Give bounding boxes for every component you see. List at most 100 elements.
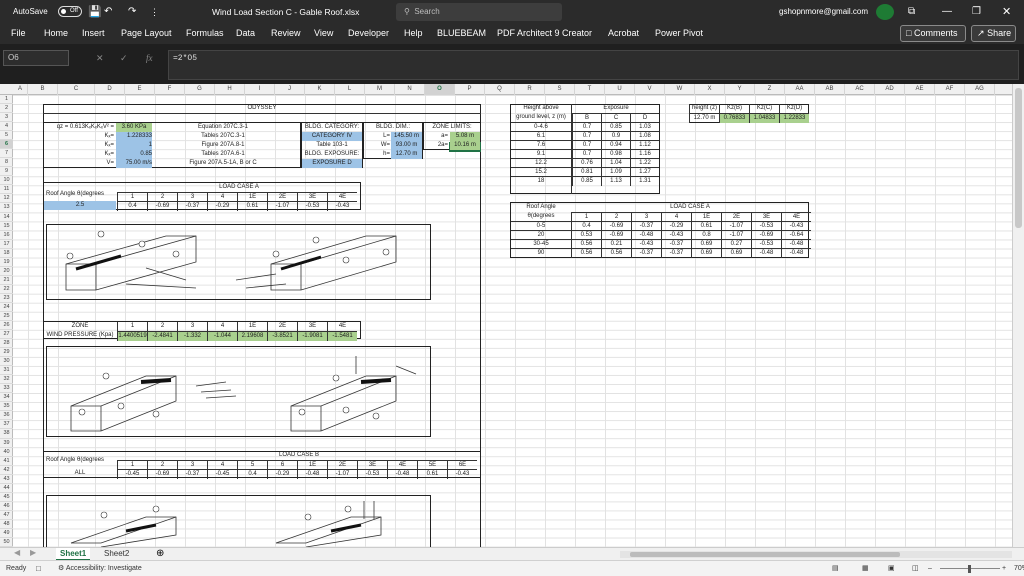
tab-help[interactable]: Help — [404, 24, 423, 44]
display-settings-icon[interactable]: ▤ — [832, 561, 839, 576]
param-value[interactable]: 1 — [116, 141, 152, 150]
column-header[interactable]: Q — [485, 84, 515, 95]
tab-bluebeam[interactable]: BLUEBEAM — [437, 24, 486, 44]
column-header[interactable]: C — [58, 84, 95, 95]
enter-icon[interactable]: ✓ — [120, 50, 128, 66]
row-header[interactable]: 37 — [0, 420, 13, 430]
row-header[interactable]: 18 — [0, 249, 13, 258]
row-header[interactable]: 36 — [0, 411, 13, 421]
wind-pressure-value[interactable]: -3.8521 — [267, 331, 297, 341]
row-header[interactable]: 13 — [0, 203, 13, 213]
column-header[interactable]: V — [635, 84, 665, 95]
row-header[interactable]: 16 — [0, 231, 13, 240]
column-header[interactable]: AA — [785, 84, 815, 95]
dim-value[interactable]: 93.00 m — [391, 141, 422, 150]
zone-limit-value[interactable]: 5.08 m — [450, 132, 480, 141]
tab-home[interactable]: Home — [44, 24, 68, 44]
tab-power-pivot[interactable]: Power Pivot — [655, 24, 703, 44]
row-header[interactable]: 5 — [0, 131, 13, 141]
row-header[interactable]: 39 — [0, 439, 13, 448]
accessibility-status[interactable]: ⚙ Accessibility: Investigate — [58, 561, 142, 576]
column-header[interactable]: G — [185, 84, 215, 95]
tab-data[interactable]: Data — [236, 24, 255, 44]
redo-icon[interactable]: ↷ — [128, 0, 136, 24]
row-header[interactable]: 46 — [0, 502, 13, 511]
column-header[interactable]: AE — [905, 84, 935, 95]
ribbon-display-icon[interactable]: ⧉ — [908, 0, 915, 24]
close-icon[interactable]: ✕ — [1002, 0, 1011, 24]
row-header[interactable]: 32 — [0, 375, 13, 385]
kz-value[interactable]: 1.04833 — [749, 113, 779, 123]
row-header[interactable]: 42 — [0, 466, 13, 475]
row-header[interactable]: 28 — [0, 339, 13, 349]
row-header[interactable]: 27 — [0, 330, 13, 340]
row-header[interactable]: 33 — [0, 384, 13, 394]
horizontal-scroll-thumb[interactable] — [630, 552, 900, 557]
kz-value[interactable]: 12.70 m — [689, 113, 719, 123]
column-header[interactable]: J — [275, 84, 305, 95]
tab-pdf-architect[interactable]: PDF Architect 9 Creator — [497, 24, 592, 44]
search-box[interactable]: ⚲ Search — [396, 3, 562, 21]
row-header[interactable]: 3 — [0, 113, 13, 123]
tab-developer[interactable]: Developer — [348, 24, 389, 44]
tab-insert[interactable]: Insert — [82, 24, 105, 44]
minimize-icon[interactable]: — — [942, 0, 952, 24]
row-header[interactable]: 17 — [0, 240, 13, 249]
row-header[interactable]: 48 — [0, 520, 13, 529]
column-header[interactable]: S — [545, 84, 575, 95]
bldg-exposure[interactable]: EXPOSURE D — [302, 159, 362, 168]
param-value[interactable]: 1.228333 — [116, 132, 152, 141]
wind-pressure-value[interactable]: -1.044 — [207, 331, 237, 341]
column-header[interactable]: AB — [815, 84, 845, 95]
column-header[interactable]: K — [305, 84, 335, 95]
kz-value[interactable]: 1.22833 — [779, 113, 809, 123]
param-value[interactable]: 0.85 — [116, 150, 152, 159]
row-header[interactable]: 19 — [0, 258, 13, 267]
row-header[interactable]: 12 — [0, 194, 13, 204]
column-header[interactable]: O — [425, 84, 455, 95]
row-header[interactable]: 44 — [0, 484, 13, 493]
row-header[interactable]: 47 — [0, 511, 13, 520]
column-header[interactable]: I — [245, 84, 275, 95]
share-button[interactable]: ↗ Share — [971, 25, 1016, 42]
row-header[interactable]: 4 — [0, 122, 13, 132]
row-header[interactable]: 49 — [0, 529, 13, 538]
column-header[interactable]: D — [95, 84, 125, 95]
cancel-icon[interactable]: ✕ — [96, 50, 104, 66]
column-header[interactable]: F — [155, 84, 185, 95]
row-header[interactable]: 26 — [0, 321, 13, 331]
vertical-scrollbar[interactable] — [1012, 84, 1024, 547]
column-header[interactable]: AD — [875, 84, 905, 95]
formula-input[interactable]: =2*O5 — [168, 50, 1019, 80]
row-header[interactable]: 11 — [0, 185, 13, 195]
macro-icon[interactable]: □ — [36, 561, 41, 576]
restore-icon[interactable]: ❐ — [972, 0, 981, 24]
tab-file[interactable]: File — [11, 24, 26, 44]
row-header[interactable]: 2 — [0, 104, 13, 114]
qz-value[interactable]: 3.60 KPa — [116, 123, 152, 132]
column-header[interactable]: H — [215, 84, 245, 95]
row-header[interactable]: 38 — [0, 429, 13, 439]
wind-pressure-value[interactable]: 1.4400519 — [117, 331, 147, 341]
column-header[interactable]: T — [575, 84, 605, 95]
zoom-slider-thumb[interactable] — [968, 565, 971, 573]
roof-angle-value[interactable]: 2.5 — [44, 201, 116, 210]
column-header[interactable]: Y — [725, 84, 755, 95]
add-sheet-icon[interactable]: ⊕ — [156, 548, 164, 560]
column-header[interactable]: W — [665, 84, 695, 95]
column-header[interactable]: L — [335, 84, 365, 95]
vertical-scroll-thumb[interactable] — [1015, 88, 1022, 228]
scroll-right-icon[interactable]: ▶ — [30, 548, 36, 557]
row-header[interactable]: 50 — [0, 538, 13, 547]
tab-formulas[interactable]: Formulas — [186, 24, 224, 44]
row-header[interactable]: 6 — [0, 140, 13, 150]
row-header[interactable]: 21 — [0, 276, 13, 285]
row-header[interactable]: 25 — [0, 312, 13, 321]
avatar[interactable] — [876, 4, 894, 20]
bldg-category[interactable]: CATEGORY IV — [302, 132, 362, 141]
autosave-toggle[interactable]: Off — [54, 0, 82, 24]
undo-icon[interactable]: ↶ — [104, 0, 112, 24]
row-header[interactable]: 14 — [0, 213, 13, 222]
wind-pressure-value[interactable]: -1.332 — [177, 331, 207, 341]
zoom-out-icon[interactable]: – — [928, 561, 932, 576]
